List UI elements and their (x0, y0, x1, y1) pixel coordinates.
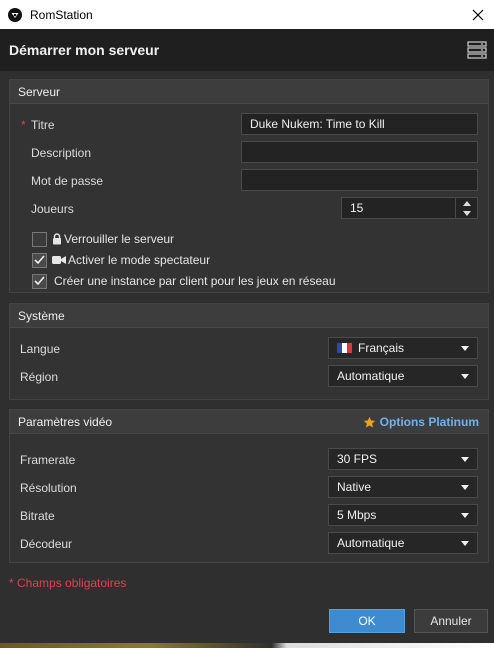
window-title: RomStation (30, 7, 93, 22)
bitrate-select[interactable]: 5 Mbps (328, 504, 478, 526)
bitrate-value: 5 Mbps (337, 508, 377, 522)
dialog-content: Serveur * Titre Duke Nukem: Time to Kill… (0, 71, 494, 648)
server-panel: Serveur * Titre Duke Nukem: Time to Kill… (9, 79, 489, 293)
checkmark-icon (34, 255, 45, 265)
title-input[interactable]: Duke Nukem: Time to Kill (241, 113, 478, 135)
resolution-value: Native (337, 480, 372, 494)
spin-down-button[interactable] (456, 208, 477, 218)
video-section-title: Paramètres vidéo (18, 414, 113, 429)
title-label: Titre (31, 118, 55, 132)
decoder-value: Automatique (337, 536, 405, 550)
cancel-button[interactable]: Annuler (414, 609, 488, 633)
close-icon (472, 9, 484, 20)
resolution-select[interactable]: Native (328, 476, 478, 498)
lock-icon (53, 233, 61, 245)
platinum-options-label: Options Platinum (379, 415, 479, 429)
spin-up-icon (462, 200, 471, 206)
decoder-label: Décodeur (20, 537, 73, 551)
region-value: Automatique (337, 369, 405, 383)
description-input[interactable] (241, 141, 478, 163)
instance-checkbox[interactable] (32, 273, 47, 289)
required-marker: * (21, 118, 26, 132)
ok-button[interactable]: OK (329, 609, 405, 633)
bitrate-label: Bitrate (20, 509, 55, 523)
lock-server-label: Verrouiller le serveur (64, 232, 175, 246)
background-strip (0, 643, 494, 648)
lock-server-option[interactable]: Verrouiller le serveur (32, 230, 174, 248)
instance-label: Créer une instance par client pour les j… (54, 274, 336, 288)
framerate-select[interactable]: 30 FPS (328, 448, 478, 470)
camera-icon (52, 256, 66, 264)
window-titlebar: RomStation (0, 0, 494, 29)
framerate-value: 30 FPS (337, 452, 378, 466)
region-select[interactable]: Automatique (328, 365, 478, 387)
region-label: Région (20, 370, 59, 384)
instance-option[interactable]: Créer une instance par client pour les j… (32, 272, 336, 290)
spectator-checkbox[interactable] (32, 252, 47, 268)
spin-down-icon (462, 210, 471, 216)
language-label: Langue (20, 342, 61, 356)
video-panel: Paramètres vidéo Options Platinum Framer… (9, 409, 489, 563)
decoder-select[interactable]: Automatique (328, 532, 478, 554)
server-section-title: Serveur (10, 80, 488, 104)
players-value: 15 (350, 201, 364, 215)
players-label: Joueurs (31, 202, 74, 216)
players-spinner[interactable]: 15 (341, 197, 478, 219)
checkmark-icon (34, 276, 45, 286)
chevron-down-icon (461, 485, 469, 490)
close-button[interactable] (462, 0, 494, 29)
lock-server-checkbox[interactable] (32, 231, 47, 247)
system-section-title: Système (10, 304, 488, 328)
system-panel: Système Langue Français Région Automatiq… (9, 303, 489, 400)
resolution-label: Résolution (20, 481, 77, 495)
password-label: Mot de passe (31, 174, 104, 188)
server-menu-button[interactable] (466, 39, 488, 61)
spectator-label: Activer le mode spectateur (68, 253, 211, 267)
chevron-down-icon (461, 374, 469, 379)
app-logo-icon (7, 7, 23, 23)
chevron-down-icon (461, 513, 469, 518)
platinum-options-link[interactable]: Options Platinum (363, 415, 479, 429)
required-fields-note: * Champs obligatoires (9, 576, 127, 590)
page-title: Démarrer mon serveur (9, 42, 160, 58)
spin-up-button[interactable] (456, 198, 477, 208)
spinner-buttons (455, 198, 477, 218)
chevron-down-icon (461, 541, 469, 546)
chevron-down-icon (461, 457, 469, 462)
language-value: Français (358, 341, 405, 355)
spectator-option[interactable]: Activer le mode spectateur (32, 251, 210, 269)
chevron-down-icon (461, 346, 469, 351)
description-label: Description (31, 146, 92, 160)
video-section-header: Paramètres vidéo Options Platinum (10, 410, 488, 434)
framerate-label: Framerate (20, 453, 76, 467)
flag-fr-icon (337, 343, 352, 353)
password-input[interactable] (241, 169, 478, 191)
star-icon (363, 416, 375, 428)
server-menu-icon (467, 41, 487, 59)
language-select[interactable]: Français (328, 337, 478, 359)
dialog-header: Démarrer mon serveur (0, 29, 494, 71)
